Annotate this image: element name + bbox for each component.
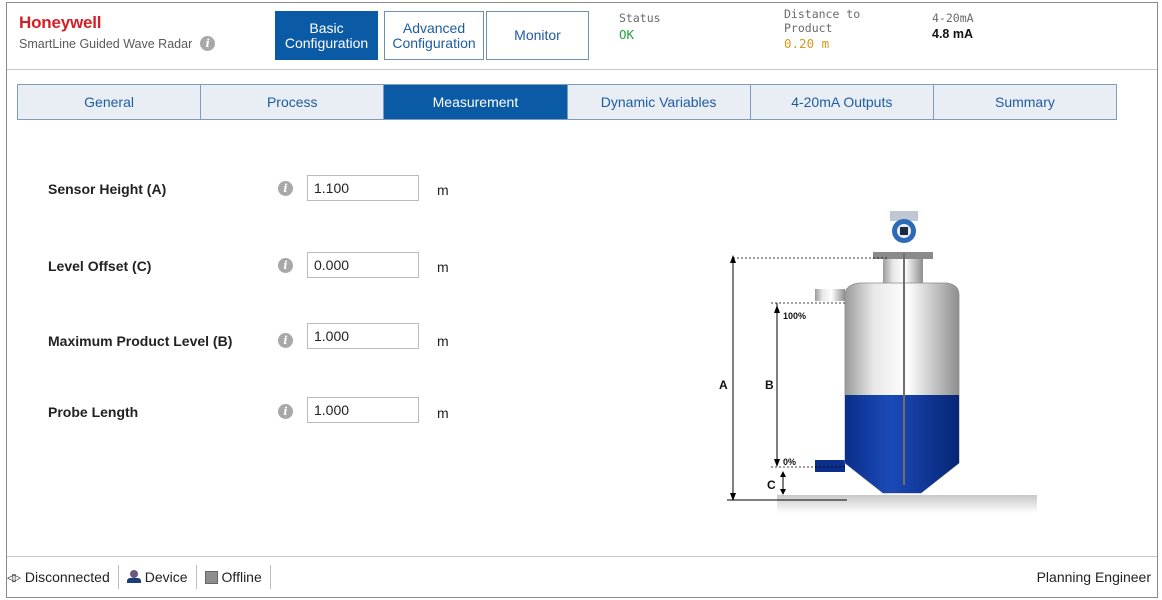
tab-advanced-line1: Advanced <box>402 19 466 36</box>
label-b: B <box>765 378 774 392</box>
max-product-level-unit: m <box>437 333 449 349</box>
label-100-percent: 100% <box>783 311 806 321</box>
user-role: Planning Engineer <box>1036 569 1151 585</box>
probe-length-info-icon[interactable]: i <box>278 404 293 419</box>
subtab-summary[interactable]: Summary <box>933 85 1117 119</box>
offline-label: Offline <box>221 569 262 585</box>
distance-label-line1: Distance to <box>784 7 861 21</box>
product-liquid <box>845 395 959 493</box>
tab-advanced-line2: Configuration <box>392 34 476 51</box>
level-offset-info-icon[interactable]: i <box>278 258 293 273</box>
subtab-dynamic-variables[interactable]: Dynamic Variables <box>567 85 751 119</box>
ground-shadow <box>777 495 1037 513</box>
connection-status[interactable]: ◁▷ Disconnected <box>7 565 119 589</box>
inlet-nozzle <box>815 289 845 301</box>
status-bar: ◁▷ Disconnected Device Offline Planning … <box>7 556 1157 597</box>
arrow-a-top <box>730 255 736 263</box>
subtab-general[interactable]: General <box>18 85 202 119</box>
transmitter-lens <box>900 227 908 235</box>
probe-length-input[interactable] <box>307 397 419 423</box>
arrow-b-top <box>774 305 780 313</box>
disconnected-icon: ◁▷ <box>7 571 21 584</box>
status-indicator: Status OK <box>619 11 661 63</box>
current-label: 4-20mA <box>932 11 974 25</box>
current-value: 4.8 mA <box>932 27 973 41</box>
probe-length-unit: m <box>437 405 449 421</box>
offline-icon <box>204 570 218 584</box>
arrow-c-bottom <box>780 489 786 495</box>
sensor-height-unit: m <box>437 182 449 198</box>
offline-status[interactable]: Offline <box>197 565 271 589</box>
tab-advanced-configuration[interactable]: Advanced Configuration <box>384 11 484 60</box>
max-product-level-label: Maximum Product Level (B) <box>48 333 233 349</box>
distance-indicator: Distance to Product 0.20 m <box>784 7 860 59</box>
label-0-percent: 0% <box>783 457 796 467</box>
level-offset-unit: m <box>437 259 449 275</box>
arrow-c-top <box>780 471 786 477</box>
subtab-measurement[interactable]: Measurement <box>384 85 568 119</box>
probe-length-label: Probe Length <box>48 404 139 420</box>
distance-value: 0.20 m <box>784 36 830 51</box>
tab-basic-line2: Configuration <box>284 34 369 51</box>
subtab-bar: General Process Measurement Dynamic Vari… <box>17 84 1117 120</box>
status-value: OK <box>619 27 635 42</box>
app-header: Honeywell SmartLine Guided Wave Radar i … <box>7 3 1157 70</box>
tab-basic-line1: Basic <box>309 19 344 36</box>
tab-monitor[interactable]: Monitor <box>486 11 589 60</box>
label-c: C <box>767 478 776 492</box>
level-offset-input[interactable] <box>307 252 419 278</box>
max-product-level-info-icon[interactable]: i <box>278 333 293 348</box>
device-label: Device <box>144 569 188 585</box>
max-product-level-input[interactable] <box>307 323 419 349</box>
product-name: SmartLine Guided Wave Radar <box>19 36 193 51</box>
outlet-nozzle <box>815 460 845 472</box>
sensor-height-info-icon[interactable]: i <box>278 181 293 196</box>
label-a: A <box>719 378 728 392</box>
connection-status-label: Disconnected <box>24 569 110 585</box>
device-icon <box>126 570 141 584</box>
info-icon[interactable]: i <box>200 36 216 51</box>
tab-basic-configuration[interactable]: Basic Configuration <box>275 11 378 60</box>
brand-logo: Honeywell <box>19 13 102 32</box>
product-name-row: SmartLine Guided Wave Radar i <box>19 36 216 51</box>
brand-block: Honeywell SmartLine Guided Wave Radar i <box>19 13 216 51</box>
tank-diagram: A B 100% 0% C <box>719 211 1037 513</box>
sensor-height-label: Sensor Height (A) <box>48 181 167 197</box>
subtab-4-20ma-outputs[interactable]: 4-20mA Outputs <box>750 85 934 119</box>
status-label: Status <box>619 11 661 25</box>
level-offset-label: Level Offset (C) <box>48 258 152 274</box>
subtab-process[interactable]: Process <box>201 85 385 119</box>
device-button[interactable]: Device <box>119 565 197 589</box>
app-window: Honeywell SmartLine Guided Wave Radar i … <box>6 2 1158 598</box>
sensor-height-input[interactable] <box>307 175 419 201</box>
tab-monitor-label: Monitor <box>514 27 561 44</box>
current-indicator: 4-20mA 4.8 mA <box>932 11 974 63</box>
distance-label-line2: Product <box>784 21 833 35</box>
arrow-b-bottom <box>774 459 780 467</box>
